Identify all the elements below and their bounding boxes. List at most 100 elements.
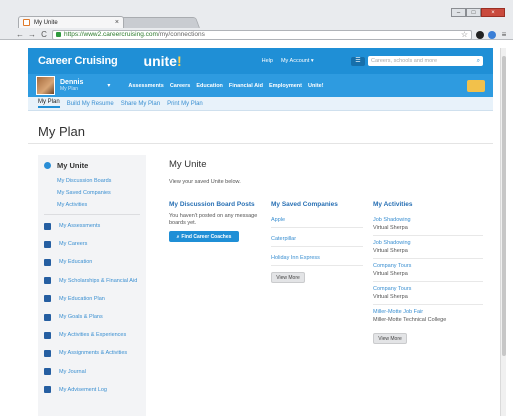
maximize-button[interactable]: □ (466, 8, 481, 17)
sidebar-heading[interactable]: My Unite (38, 155, 146, 174)
activity-link[interactable]: Job Shadowing (373, 217, 483, 223)
tab-share-plan[interactable]: Share My Plan (121, 101, 160, 107)
scrollbar[interactable] (500, 48, 506, 416)
empty-message: You haven't posted on any message boards… (169, 213, 258, 226)
tab-print-plan[interactable]: Print My Plan (167, 101, 203, 107)
sidebar-link-discussion-boards[interactable]: My Discussion Boards (57, 178, 146, 184)
user-info[interactable]: Dennis My Plan (60, 79, 83, 92)
book-icon (44, 368, 51, 376)
search-input[interactable]: Careers, schools and more ⌕ (368, 56, 483, 66)
sidebar-link-saved-companies[interactable]: My Saved Companies (57, 190, 146, 196)
reload-button[interactable]: C (40, 30, 48, 39)
nav-careers[interactable]: Careers (170, 83, 191, 89)
divider (28, 143, 493, 144)
nav-employment[interactable]: Employment (269, 83, 302, 89)
activity-org: Virtual Sherpa (373, 271, 408, 277)
tab-my-plan[interactable]: My Plan (38, 99, 60, 108)
list-item: Job Shadowing Virtual Sherpa (373, 236, 483, 259)
pencil-icon (44, 222, 51, 230)
browser-toolbar: ← → C https://www2.careercruising.com/my… (16, 29, 508, 40)
tab-title: My Unite (34, 19, 58, 26)
chevron-down-icon[interactable]: ▾ (107, 82, 110, 89)
extension-icon[interactable] (476, 30, 484, 39)
page-title: My Plan (38, 124, 85, 139)
list-item: Miller-Motte Job Fair Miller-Motte Techni… (373, 305, 483, 327)
career-cruising-logo[interactable]: Career Cruising (38, 55, 118, 67)
scrollbar-thumb[interactable] (502, 56, 506, 356)
main-nav: Assessments Careers Education Financial … (128, 83, 323, 89)
activity-link[interactable]: Company Tours (373, 263, 483, 269)
sidebar-item-assignments[interactable]: My Assignments & Activities (38, 344, 146, 362)
sidebar-sub-links: My Discussion Boards My Saved Companies … (38, 174, 146, 214)
my-account-link[interactable]: My Account ▾ (281, 58, 314, 64)
extension-icon[interactable] (488, 30, 496, 39)
notification-icon[interactable] (467, 79, 485, 92)
activities-column: My Activities Job Shadowing Virtual Sherp… (373, 201, 483, 344)
search-icon[interactable]: ⌕ (477, 58, 480, 65)
view-more-activities-button[interactable]: View More (373, 333, 407, 344)
list-menu-icon[interactable]: ☰ (351, 56, 365, 66)
graduation-cap-icon (44, 258, 51, 266)
lock-icon (56, 32, 61, 37)
column-title: My Activities (373, 201, 413, 208)
background-tab[interactable] (115, 17, 201, 28)
unite-logo[interactable]: unite! (144, 53, 182, 69)
list-item[interactable]: Apple (271, 213, 363, 228)
nav-financial-aid[interactable]: Financial Aid (229, 83, 263, 89)
menu-icon[interactable]: ≡ (500, 30, 508, 39)
section-description: View your saved Unite below. (169, 179, 241, 185)
sidebar-item-education[interactable]: My Education (38, 253, 146, 271)
help-link[interactable]: Help (262, 58, 273, 64)
people-icon (44, 386, 51, 394)
sidebar-item-education-plan[interactable]: My Education Plan (38, 290, 146, 308)
site-header: Career Cruising unite! Help My Account ▾… (28, 48, 493, 74)
money-icon (44, 277, 51, 285)
sidebar-item-activities-experiences[interactable]: My Activities & Experiences (38, 326, 146, 344)
sidebar-item-goals[interactable]: My Goals & Plans (38, 308, 146, 326)
divider (44, 214, 140, 215)
discussion-posts-column: My Discussion Board Posts You haven't po… (169, 201, 264, 242)
view-more-companies-button[interactable]: View More (271, 272, 305, 283)
nav-unite[interactable]: Unite! (308, 83, 324, 89)
forward-button[interactable]: → (28, 30, 36, 39)
close-window-button[interactable]: × (481, 8, 505, 17)
bookmark-star-icon[interactable]: ☆ (461, 30, 468, 39)
back-button[interactable]: ← (16, 30, 24, 39)
checkbox-icon (44, 331, 51, 339)
list-item: Company Tours Virtual Sherpa (373, 282, 483, 305)
sidebar-item-advisement-log[interactable]: My Advisement Log (38, 381, 146, 399)
clipboard-icon (44, 349, 51, 357)
list-item[interactable]: Caterpillar (271, 232, 363, 247)
briefcase-icon (44, 240, 51, 248)
sidebar: My Unite My Discussion Boards My Saved C… (38, 155, 146, 416)
address-bar[interactable]: https://www2.careercruising.com/my/conne… (52, 29, 472, 40)
nav-education[interactable]: Education (196, 83, 223, 89)
minimize-button[interactable]: – (451, 8, 466, 17)
sidebar-item-scholarships[interactable]: My Scholarships & Financial Aid (38, 272, 146, 290)
grid-icon (44, 295, 51, 303)
list-item[interactable]: Holiday Inn Express (271, 251, 363, 266)
sidebar-item-assessments[interactable]: My Assessments (38, 217, 146, 235)
search-icon: ⌕ (176, 233, 180, 240)
avatar[interactable] (36, 76, 55, 95)
activity-link[interactable]: Company Tours (373, 286, 483, 292)
user-nav-bar: Dennis My Plan ▾ Assessments Careers Edu… (28, 74, 493, 97)
saved-companies-column: My Saved Companies Apple Caterpillar Hol… (271, 201, 363, 283)
activity-org: Miller-Motte Technical College (373, 317, 447, 323)
sidebar-item-careers[interactable]: My Careers (38, 235, 146, 253)
tab-close-icon[interactable]: × (115, 19, 119, 26)
sidebar-link-activities[interactable]: My Activities (57, 202, 146, 208)
main-content: My Unite View your saved Unite below. My… (160, 155, 490, 416)
find-career-coaches-button[interactable]: ⌕ Find Career Coaches (169, 231, 239, 242)
favicon-icon (23, 19, 30, 26)
tab-build-resume[interactable]: Build My Resume (67, 101, 114, 107)
activity-link[interactable]: Miller-Motte Job Fair (373, 309, 483, 315)
top-links: Help My Account ▾ (262, 58, 314, 64)
activity-link[interactable]: Job Shadowing (373, 240, 483, 246)
column-title: My Discussion Board Posts (169, 201, 255, 208)
browser-tab[interactable]: My Unite × (18, 16, 124, 28)
window-controls: – □ × (451, 8, 505, 17)
browser-chrome: My Unite × – □ × ← → C https://www2.care… (0, 0, 513, 40)
sidebar-item-journal[interactable]: My Journal (38, 363, 146, 381)
nav-assessments[interactable]: Assessments (128, 83, 163, 89)
